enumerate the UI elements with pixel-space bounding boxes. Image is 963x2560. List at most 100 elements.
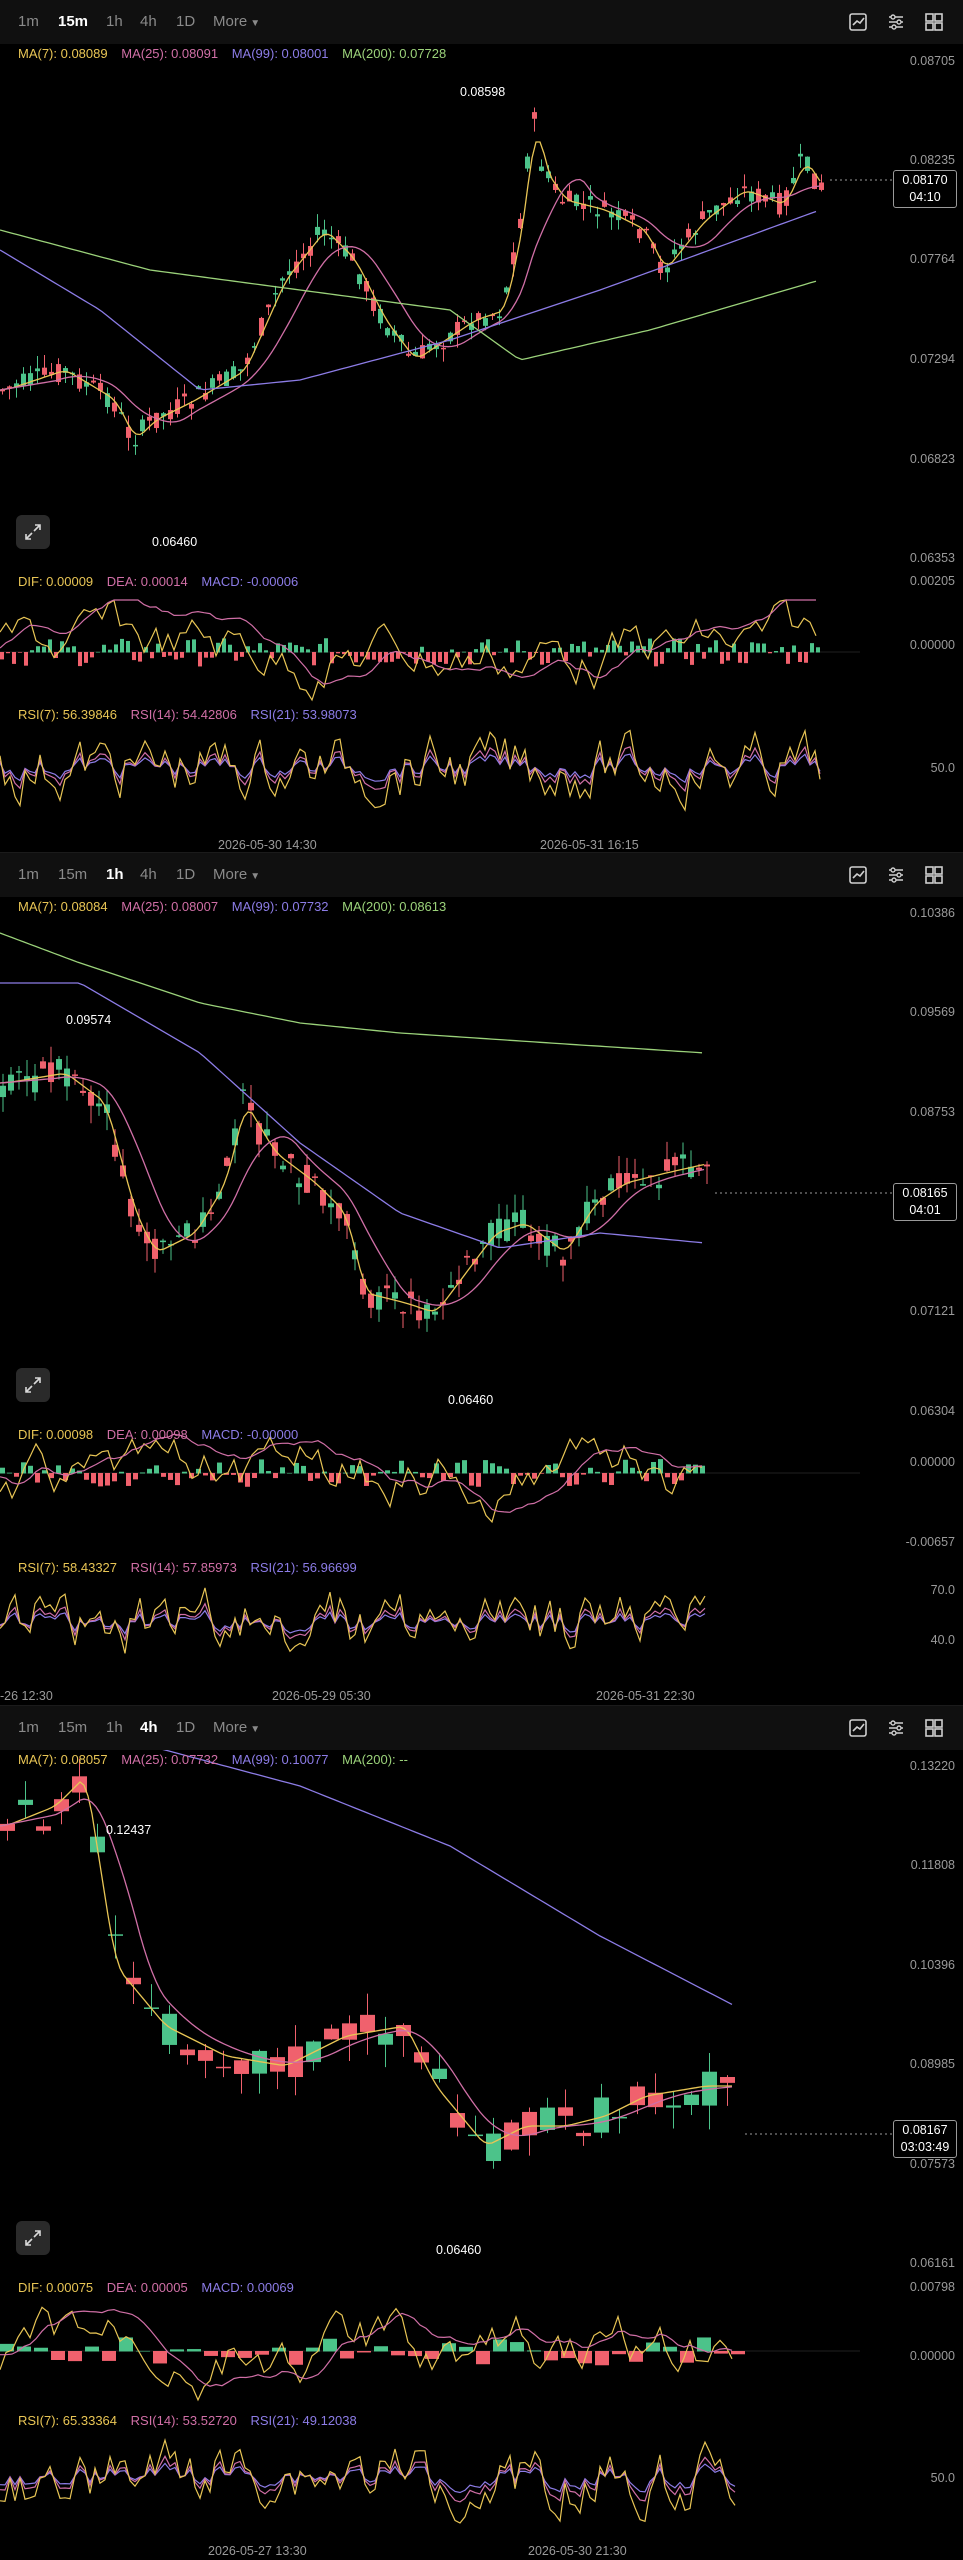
candlestick-chart[interactable] [0,0,963,852]
chart-settings-icon[interactable] [848,865,868,885]
tab-1m[interactable]: 1m [18,866,39,883]
macd-histogram-bar [154,1465,159,1474]
tab-1d[interactable]: 1D [176,866,195,883]
macd-legend: DIF: 0.00009 DEA: 0.00014 MACD: -0.00006 [18,574,308,589]
macd-histogram-bar [174,652,178,660]
tab-1d[interactable]: 1D [176,1719,195,1736]
macd-histogram-bar [660,652,664,664]
tab-4h[interactable]: 4h [140,866,157,883]
candle-body [234,2060,249,2074]
candle-body [497,316,502,319]
indicator-settings-icon[interactable] [886,1718,906,1738]
macd-histogram-bar [162,652,166,657]
candle-body [0,1085,6,1098]
tab-1h[interactable]: 1h [106,866,124,883]
candle-body [140,419,145,432]
price-tick: 0.06823 [909,452,955,466]
expand-button[interactable] [16,2221,50,2255]
rsi21-value: RSI(21): 56.96699 [250,1560,357,1575]
dea-value: DEA: 0.00014 [106,574,188,589]
macd-histogram-bar [391,2351,405,2356]
macd-value: MACD: 0.00069 [201,2280,294,2295]
tab-15m[interactable]: 15m [58,1719,87,1736]
tab-1m[interactable]: 1m [18,13,39,30]
chart-settings-icon[interactable] [848,12,868,32]
candle-body [273,293,278,295]
macd-histogram-bar [441,1473,446,1482]
macd-histogram-bar [301,1465,306,1474]
indicator-settings-icon[interactable] [886,12,906,32]
expand-button[interactable] [16,1368,50,1402]
tab-1m[interactable]: 1m [18,1719,39,1736]
macd-histogram-bar [308,1473,313,1481]
macd-histogram-bar [459,2346,473,2352]
tab-15m[interactable]: 15m [58,866,87,883]
rsi-tick: 70.0 [930,1583,955,1597]
chart-panel-4h[interactable]: 1m 15m 1h 4h 1D More ▼ MA(7): 0.08057 MA(… [0,1706,963,2560]
macd-tick: 0.00000 [909,638,955,652]
candle-body [400,1312,406,1314]
candle-body [16,1071,22,1073]
macd-histogram-bar [450,649,454,653]
tab-1d[interactable]: 1D [176,13,195,30]
macd-histogram-bar [21,1462,26,1474]
time-axis-label: 2026-05-30 21:30 [528,2544,627,2558]
macd-histogram-bar [323,2338,337,2352]
macd-histogram-bar [18,652,22,653]
macd-histogram-bar [792,645,796,653]
macd-histogram-bar [744,652,748,664]
grid-layout-icon[interactable] [924,865,944,885]
tab-1h[interactable]: 1h [106,13,123,30]
candle-body [448,1285,454,1288]
macd-histogram-bar [714,2351,728,2354]
macd-histogram-bar [690,652,694,665]
candle-body [558,2107,573,2116]
tab-4h[interactable]: 4h [140,13,157,30]
current-price: 0.08165 [902,1186,948,1200]
more-dropdown[interactable]: More ▼ [213,13,260,30]
candle-body [182,393,187,397]
macd-histogram-bar [442,2343,456,2352]
candle-body [175,399,180,414]
more-dropdown[interactable]: More ▼ [213,1719,260,1736]
macd-histogram-bar [595,1471,600,1474]
chart-settings-icon[interactable] [848,1718,868,1738]
tab-15m[interactable]: 15m [58,13,88,30]
more-dropdown[interactable]: More ▼ [213,866,260,883]
rsi-legend: RSI(7): 56.39846 RSI(14): 54.42806 RSI(2… [18,707,367,722]
macd-histogram-bar [595,2351,609,2366]
chart-panel-15m[interactable]: 1m 15m 1h 4h 1D More ▼ MA(7): 0.08089 MA(… [0,0,963,852]
macd-histogram-bar [36,646,40,653]
macd-histogram-bar [147,1468,152,1474]
macd-histogram-bar [438,652,442,662]
chart-panel-1h[interactable]: 1m 15m 1h 4h 1D More ▼ MA(7): 0.08084 MA(… [0,853,963,1705]
indicator-settings-icon[interactable] [886,865,906,885]
candle-body [18,1799,33,1805]
candle-body [280,278,285,281]
macd-histogram-bar [582,641,586,653]
candle-body [180,2049,195,2056]
tab-1h[interactable]: 1h [106,1719,123,1736]
tab-4h[interactable]: 4h [140,1719,158,1736]
macd-histogram-bar [28,1465,33,1474]
macd-histogram-bar [798,652,802,663]
candle-body [664,1159,670,1171]
candle-body [560,201,565,204]
ma-legend: MA(7): 0.08057 MA(25): 0.07732 MA(99): 0… [18,1752,418,1767]
macd-histogram-bar [204,652,208,658]
candle-body [72,1074,78,1076]
candle-body [288,1154,294,1159]
candle-body [496,1218,502,1239]
grid-layout-icon[interactable] [924,12,944,32]
timeframe-bar: 1m 15m 1h 4h 1D More ▼ [0,853,963,897]
macd-histogram-bar [289,2351,303,2365]
expand-button[interactable] [16,515,50,549]
price-tick: 0.06161 [909,2256,955,2270]
macd-histogram-bar [696,643,700,653]
rsi14-value: RSI(14): 53.52720 [130,2413,237,2428]
candle-body [560,1259,566,1266]
grid-layout-icon[interactable] [924,1718,944,1738]
macd-histogram-bar [140,1472,145,1474]
candlestick-chart[interactable] [0,853,963,1705]
candle-body [686,228,691,238]
